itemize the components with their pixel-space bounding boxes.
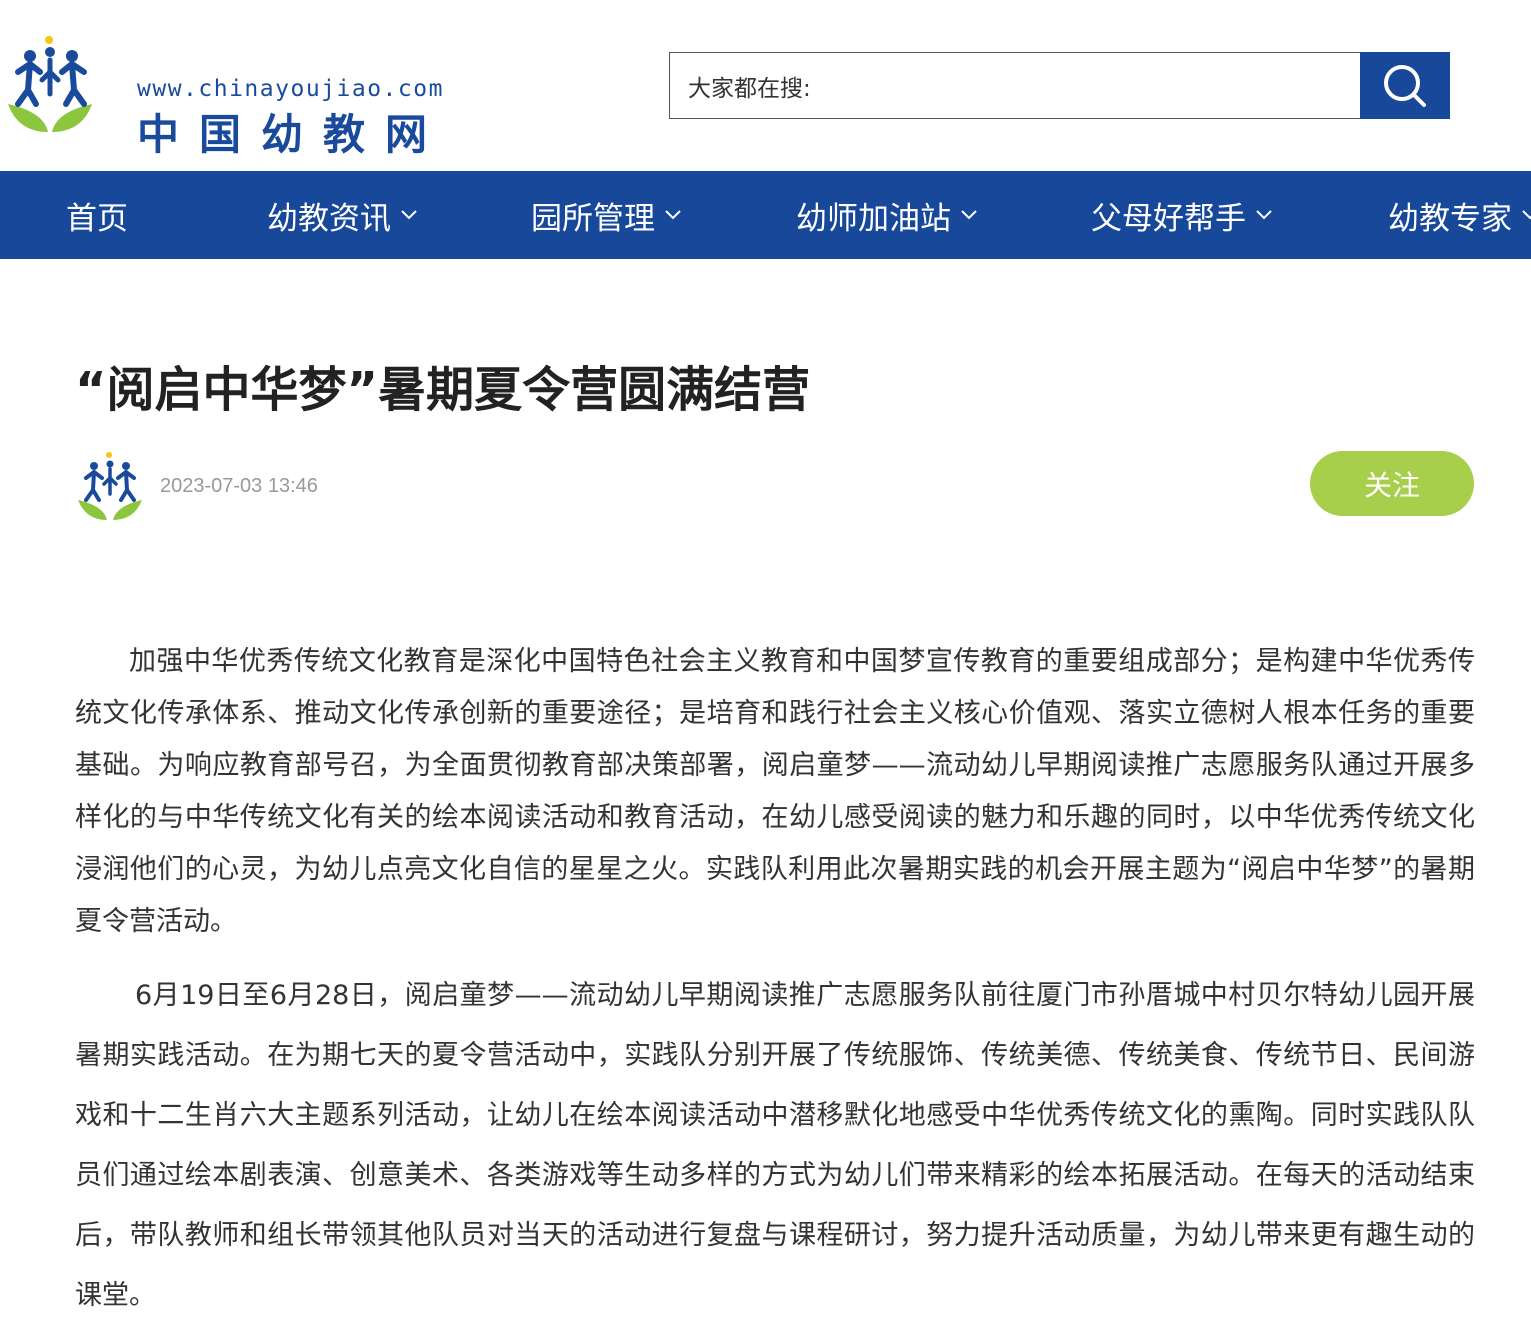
nav-item-experts[interactable]: 幼教专家: [1388, 171, 1531, 259]
publish-date: 2023-07-03 13:46: [160, 475, 318, 497]
chevron-down-icon: [665, 210, 681, 220]
search-input[interactable]: 大家都在搜:: [669, 52, 1361, 119]
author-avatar-icon[interactable]: [76, 450, 144, 522]
nav-item-news[interactable]: 幼教资讯: [267, 171, 417, 259]
nav-item-label: 首页: [66, 200, 128, 237]
nav-item-label: 幼师加油站: [796, 200, 951, 237]
nav-item-label: 幼教专家: [1388, 200, 1512, 237]
article-title: “阅启中华梦”暑期夏令营圆满结营: [75, 362, 811, 418]
nav-item-management[interactable]: 园所管理: [531, 171, 681, 259]
chevron-down-icon: [961, 210, 977, 220]
follow-button-label: 关注: [1363, 468, 1420, 502]
nav-item-label: 园所管理: [531, 200, 655, 237]
article-paragraph: 6月19日至6月28日，阅启童梦——流动幼儿早期阅读推广志愿服务队前往厦门市孙厝…: [75, 980, 1475, 1311]
article-paragraph: 加强中华优秀传统文化教育是深化中国特色社会主义教育和中国梦宣传教育的重要组成部分…: [75, 646, 1475, 937]
logo-site-name: 中国幼教网: [137, 110, 448, 159]
chevron-down-icon: [1256, 210, 1272, 220]
follow-button[interactable]: 关注: [1310, 451, 1474, 516]
nav-item-parents-helper[interactable]: 父母好帮手: [1091, 171, 1272, 259]
site-header: www.chinayoujiao.com 中国幼教网 大家都在搜:: [0, 0, 1531, 171]
nav-item-label: 幼教资讯: [267, 200, 391, 237]
chevron-down-icon: [401, 210, 417, 220]
nav-item-label: 父母好帮手: [1091, 200, 1246, 237]
search-placeholder: 大家都在搜:: [688, 75, 811, 102]
logo-url-text: www.chinayoujiao.com: [137, 76, 444, 102]
main-nav: 首页 幼教资讯 园所管理 幼师加油站 父母好帮手 幼教专家: [0, 171, 1531, 259]
search-icon: [1384, 64, 1426, 107]
search-button[interactable]: [1360, 52, 1450, 119]
site-logo[interactable]: www.chinayoujiao.com 中国幼教网: [4, 32, 464, 159]
chevron-down-icon: [1522, 210, 1531, 220]
nav-item-home[interactable]: 首页: [66, 171, 128, 259]
nav-item-teacher-station[interactable]: 幼师加油站: [796, 171, 977, 259]
logo-figure-icon: [8, 36, 92, 132]
